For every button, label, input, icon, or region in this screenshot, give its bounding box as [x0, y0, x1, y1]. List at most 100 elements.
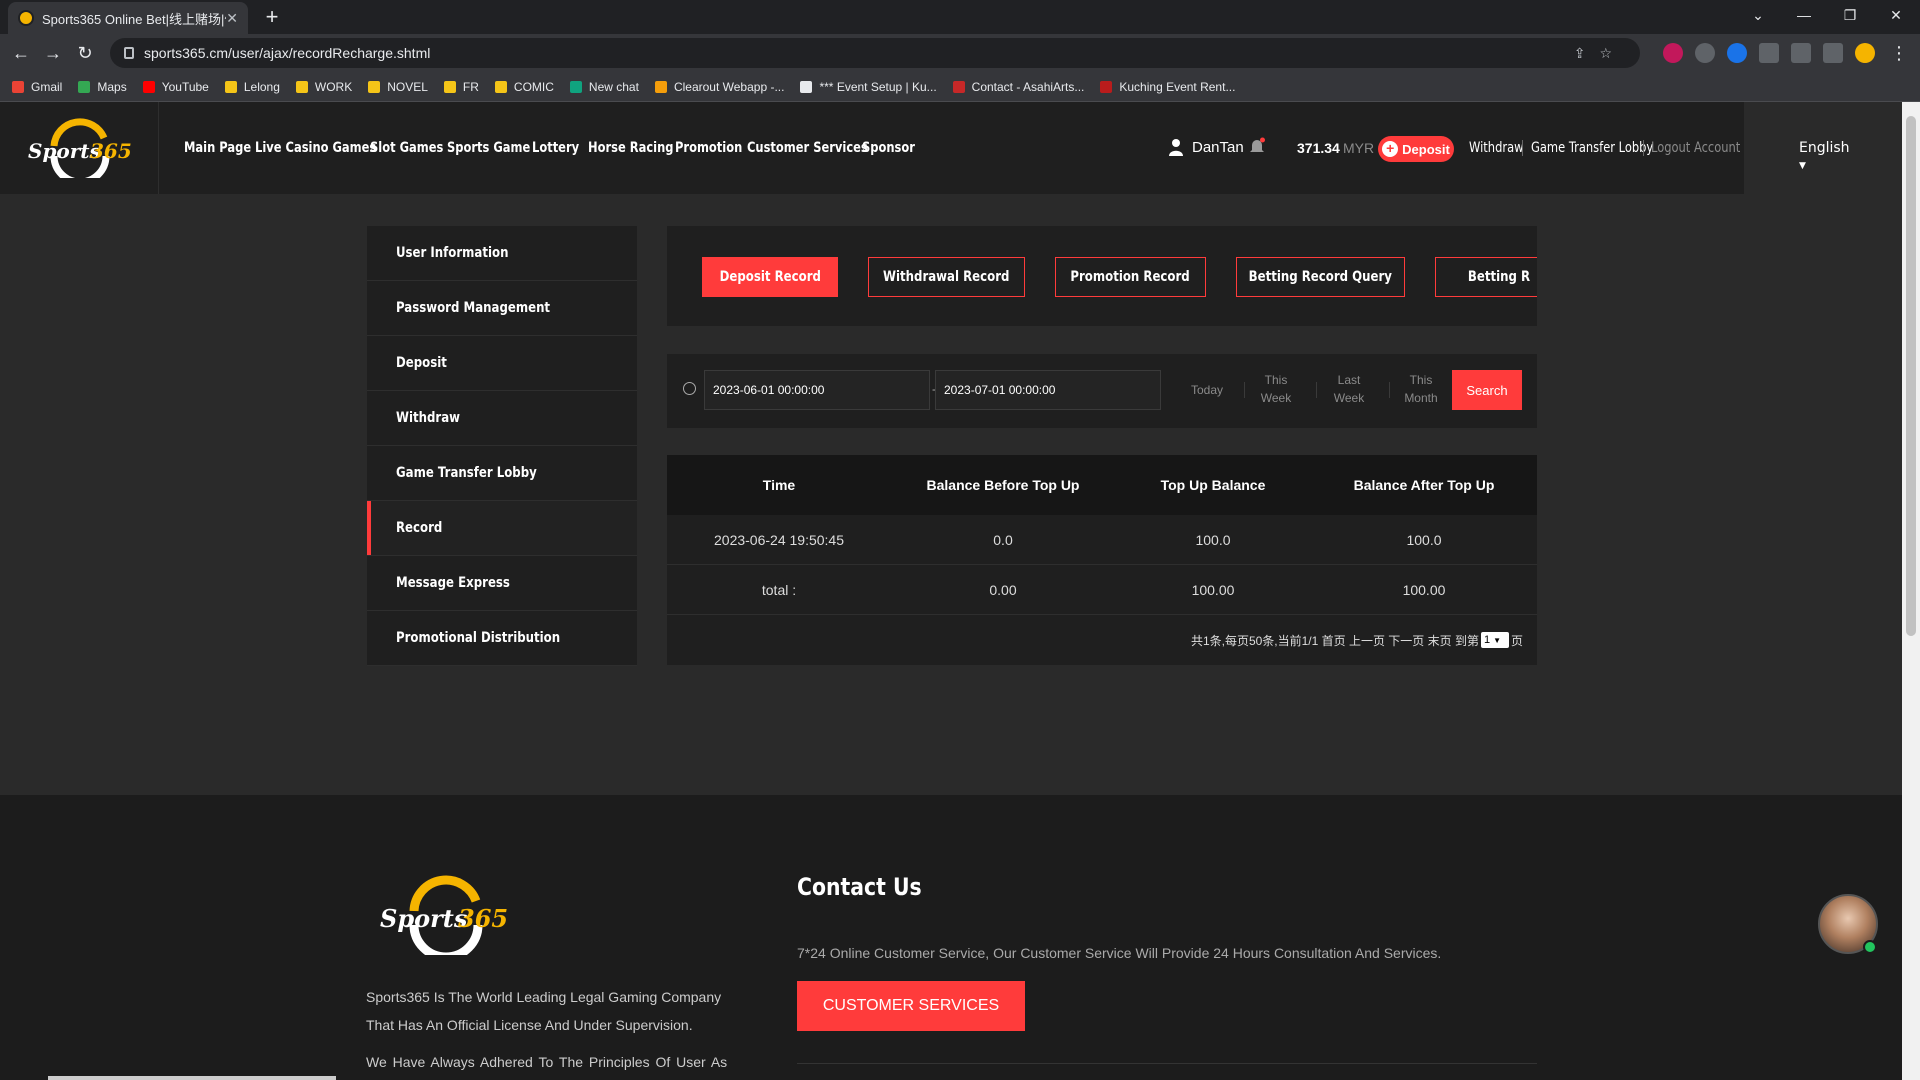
forward-icon[interactable]: → — [40, 40, 66, 66]
bookmark-icon — [800, 80, 813, 93]
sidebar-item-password-management[interactable]: Password Management — [367, 281, 637, 336]
puzzle-icon[interactable] — [1759, 43, 1779, 63]
menu-kebab-icon[interactable]: ⋮ — [1886, 40, 1912, 66]
bookmark-item[interactable]: Maps — [78, 80, 127, 94]
clock-icon — [683, 382, 696, 395]
tab-label: Betting R — [1467, 269, 1531, 285]
close-tab-icon[interactable]: ✕ — [226, 10, 238, 27]
bookmark-item[interactable]: Clearout Webapp -... — [654, 80, 784, 94]
header-divider — [158, 102, 159, 194]
scrollbar-thumb[interactable] — [1906, 116, 1916, 636]
nav-sports-game[interactable]: Sports Game — [447, 140, 530, 156]
bookmark-item[interactable]: FR — [443, 80, 479, 94]
logout-link[interactable]: Logout Account — [1651, 140, 1740, 156]
new-tab-button[interactable]: + — [258, 4, 286, 32]
nav-promotion[interactable]: Promotion — [675, 140, 742, 156]
bookmark-icon — [295, 80, 308, 93]
nav-main-page[interactable]: Main Page — [184, 140, 251, 156]
bookmark-item[interactable]: Contact - AsahiArts... — [952, 80, 1084, 94]
filter-separator — [1316, 382, 1317, 398]
reload-icon[interactable]: ↻ — [72, 40, 98, 66]
username[interactable]: DanTan — [1192, 139, 1244, 156]
sidebar-item-record[interactable]: Record — [367, 501, 637, 556]
filter-last-week[interactable]: Last Week — [1322, 371, 1376, 407]
bookmark-icon — [224, 80, 237, 93]
nav-sponsor[interactable]: Sponsor — [862, 140, 915, 156]
end-date-input[interactable]: 2023-07-01 00:00:00 — [935, 370, 1161, 410]
sidebar-item-user-information[interactable]: User Information — [367, 226, 637, 281]
deposit-button[interactable]: + Deposit — [1378, 136, 1454, 162]
header-separator — [1522, 140, 1523, 156]
tab-label: Deposit Record — [719, 269, 821, 285]
address-bar[interactable]: sports365.cm/user/ajax/recordRecharge.sh… — [110, 38, 1640, 68]
profile-avatar[interactable] — [1855, 43, 1875, 63]
bookmark-icon — [78, 80, 91, 93]
nav-horse-racing[interactable]: Horse Racing — [588, 140, 673, 156]
tab-deposit-record[interactable]: Deposit Record — [702, 257, 838, 297]
tab-withdrawal-record[interactable]: Withdrawal Record — [868, 257, 1025, 297]
filter-today[interactable]: Today — [1180, 381, 1234, 399]
nav-live-casino[interactable]: Live Casino Games — [255, 140, 376, 156]
bookmark-item[interactable]: NOVEL — [368, 80, 428, 94]
sidebar-item-message-express[interactable]: Message Express — [367, 556, 637, 611]
tab-search-icon[interactable]: ⌄ — [1736, 0, 1780, 30]
bookmark-icon — [142, 80, 155, 93]
browser-tab[interactable]: Sports365 Online Bet|线上赌场|体 ✕ — [8, 2, 248, 34]
filter-this-week[interactable]: This Week — [1249, 371, 1303, 407]
bookmark-item[interactable]: Lelong — [224, 80, 280, 94]
sidebar-item-game-transfer-lobby[interactable]: Game Transfer Lobby — [367, 446, 637, 501]
restore-button[interactable]: ❐ — [1828, 0, 1872, 30]
game-transfer-link[interactable]: Game Transfer Lobby — [1531, 140, 1653, 156]
site-favicon-icon — [18, 10, 34, 26]
total-label: total : — [761, 581, 797, 598]
user-icon[interactable] — [1168, 138, 1184, 156]
globe-extension-icon[interactable] — [1695, 43, 1715, 63]
search-button[interactable]: Search — [1452, 370, 1522, 410]
bookmark-item[interactable]: New chat — [569, 80, 639, 94]
column-balance-after: Balance After Top Up — [1353, 477, 1495, 493]
back-icon[interactable]: ← — [8, 40, 34, 66]
bookmark-label: NOVEL — [387, 79, 428, 94]
bookmark-label: Kuching Event Rent... — [1119, 79, 1236, 94]
bookmark-item[interactable]: Kuching Event Rent... — [1100, 80, 1235, 94]
customer-services-button[interactable]: CUSTOMER SERVICES — [797, 981, 1025, 1031]
bookmark-item[interactable]: WORK — [295, 80, 352, 94]
sports365-logo[interactable]: Sports 365 — [24, 116, 134, 178]
sidebar-item-withdraw[interactable]: Withdraw — [367, 391, 637, 446]
bookmark-item[interactable]: COMIC — [494, 80, 554, 94]
filter-word: Week — [1260, 391, 1292, 405]
bookmark-item[interactable]: YouTube — [142, 80, 209, 94]
media-icon[interactable] — [1791, 43, 1811, 63]
withdraw-link[interactable]: Withdraw — [1469, 140, 1524, 156]
bookmark-item[interactable]: *** Event Setup | Ku... — [800, 80, 937, 94]
sidebar-item-deposit[interactable]: Deposit — [367, 336, 637, 391]
language-dropdown[interactable]: English ▼ — [1799, 140, 1850, 172]
tab-betting-record[interactable]: Betting R — [1435, 257, 1537, 297]
minimize-button[interactable]: — — [1782, 0, 1826, 30]
page-select[interactable]: 1 ▼ — [1480, 632, 1509, 648]
close-window-button[interactable]: ✕ — [1874, 0, 1918, 30]
wallet-balance: 371.34 — [1297, 140, 1340, 156]
pagination-text[interactable]: 共1条,每页50条,当前1/1 首页 上一页 下一页 末页 到第 — [1191, 632, 1479, 649]
bookmark-icon — [569, 80, 582, 93]
start-date-input[interactable]: 2023-06-01 00:00:00 — [704, 370, 930, 410]
page-scrollbar[interactable] — [1902, 102, 1920, 1080]
nav-lottery[interactable]: Lottery — [532, 140, 579, 156]
extension-icon[interactable] — [1663, 43, 1683, 63]
pagination: 共1条,每页50条,当前1/1 首页 上一页 下一页 末页 到第 1 ▼ 页 — [667, 615, 1537, 665]
nav-customer-services[interactable]: Customer Services — [747, 140, 868, 156]
filter-separator — [1244, 382, 1245, 398]
notification-bell-icon[interactable] — [1248, 137, 1266, 155]
side-panel-icon[interactable] — [1823, 43, 1843, 63]
tab-promotion-record[interactable]: Promotion Record — [1055, 257, 1206, 297]
bookmarks-bar: Gmail Maps YouTube Lelong WORK NOVEL FR COMIC Ne… — [0, 72, 1920, 102]
translate-extension-icon[interactable] — [1727, 43, 1747, 63]
website: Sports 365 Main Page Live Casino Games S… — [0, 102, 1902, 1080]
bookmark-item[interactable]: Gmail — [12, 80, 62, 94]
nav-slot-games[interactable]: Slot Games — [370, 140, 443, 156]
share-and-star-icons[interactable]: ⇪☆ — [1574, 45, 1626, 62]
tab-betting-record-query[interactable]: Betting Record Query — [1236, 257, 1405, 297]
browser-tabstrip: Sports365 Online Bet|线上赌场|体 ✕ + ⌄ — ❐ ✕ — [0, 0, 1920, 34]
filter-this-month[interactable]: This Month — [1394, 371, 1448, 407]
sidebar-item-promotional-distribution[interactable]: Promotional Distribution — [367, 611, 637, 666]
